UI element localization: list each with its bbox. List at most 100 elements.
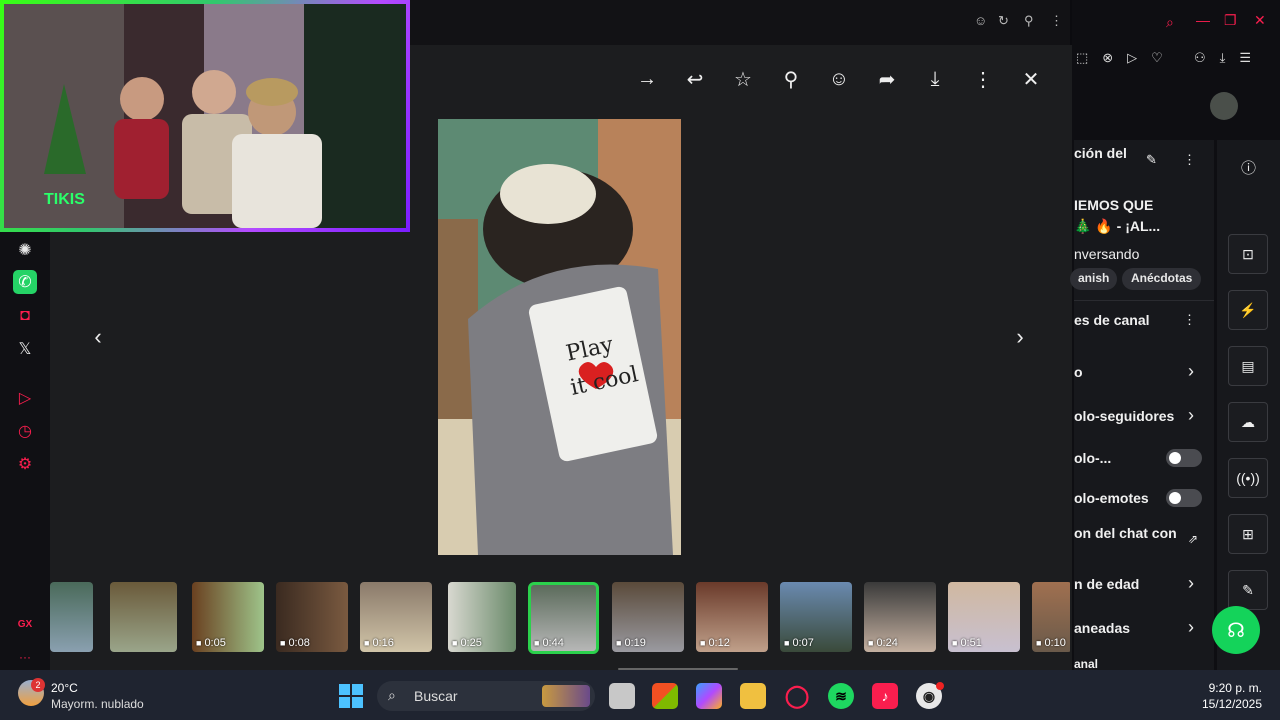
- stream-category[interactable]: nversando: [1074, 246, 1139, 262]
- browser-actions[interactable]: ⚇⤓☰: [1194, 50, 1265, 66]
- opera-gx-icon[interactable]: ◯: [784, 683, 810, 709]
- layout-icon[interactable]: ⊞: [1228, 514, 1268, 554]
- thumbnail[interactable]: 0:12: [696, 582, 768, 652]
- pin-icon[interactable]: ⚲: [1024, 13, 1034, 29]
- webcam-overlay: TIKIS: [0, 0, 410, 232]
- instagram-icon[interactable]: ◘: [13, 304, 37, 328]
- search-icon[interactable]: ⌕: [1166, 14, 1174, 31]
- thumbnail[interactable]: 0:08: [276, 582, 348, 652]
- tag-anecdotes[interactable]: Anécdotas: [1122, 268, 1202, 290]
- settings-gear-icon[interactable]: ⚙: [13, 452, 37, 476]
- edit-icon[interactable]: ✎: [1146, 152, 1157, 168]
- row-3: olo-emotes: [1074, 490, 1149, 506]
- m365-icon[interactable]: [696, 683, 722, 709]
- gx-label[interactable]: GX: [13, 612, 37, 636]
- thumbnail-strip: 0:05 0:08 0:16 0:25 0:44 0:19 0:12 0:07 …: [50, 572, 1070, 670]
- weather-temp[interactable]: 20°C: [51, 681, 78, 695]
- ms-store-icon[interactable]: [652, 683, 678, 709]
- thumbnail[interactable]: [110, 582, 177, 652]
- close-icon[interactable]: ✕: [1018, 66, 1044, 92]
- emoji-icon[interactable]: ☺: [974, 13, 987, 28]
- windows-start-icon[interactable]: [339, 684, 363, 708]
- clock-time[interactable]: 9:20 p. m.: [1200, 681, 1262, 695]
- pin-message-icon[interactable]: ⚲: [778, 66, 804, 92]
- broadcast-icon[interactable]: ((•)): [1228, 458, 1268, 498]
- toggle-switch[interactable]: [1166, 489, 1202, 507]
- minimize-button[interactable]: —: [1196, 12, 1210, 28]
- thumbnail[interactable]: 0:10: [1032, 582, 1070, 652]
- extensions-bar[interactable]: ⬚⊗▷♡: [1076, 50, 1177, 66]
- row-6[interactable]: aneadas: [1074, 620, 1130, 636]
- chat-bubble-icon[interactable]: ☁: [1228, 402, 1268, 442]
- chevron-right-icon[interactable]: ›: [1188, 573, 1194, 594]
- more-options-icon[interactable]: ⋮: [970, 66, 996, 92]
- thumbnail[interactable]: 0:51: [948, 582, 1020, 652]
- notification-dot: [936, 682, 944, 690]
- x-twitter-icon[interactable]: 𝕏: [13, 337, 37, 361]
- file-explorer-icon[interactable]: [740, 683, 766, 709]
- info-icon[interactable]: ⓘ: [1241, 157, 1256, 178]
- notes-icon[interactable]: ▤: [1228, 346, 1268, 386]
- thumbnail[interactable]: 0:25: [448, 582, 516, 652]
- section-title: es de canal: [1074, 312, 1150, 328]
- clip-icon[interactable]: ⊡: [1228, 234, 1268, 274]
- thumbnail[interactable]: 0:16: [360, 582, 432, 652]
- previous-media-button[interactable]: ‹: [85, 324, 111, 350]
- task-view-icon[interactable]: [609, 683, 635, 709]
- row-2: olo-...: [1074, 450, 1112, 466]
- chevron-right-icon[interactable]: ›: [1188, 405, 1194, 426]
- reply-icon[interactable]: ↩: [682, 66, 708, 92]
- clock-date[interactable]: 15/12/2025: [1190, 697, 1262, 711]
- whatsapp-icon[interactable]: ✆: [13, 270, 37, 294]
- panel-title: ción del: [1074, 145, 1127, 161]
- thumbnail[interactable]: 0:05: [192, 582, 264, 652]
- forward-arrow-icon[interactable]: →: [634, 66, 660, 92]
- section-menu-icon[interactable]: ⋮: [1183, 312, 1196, 328]
- next-media-button[interactable]: ›: [1007, 324, 1033, 350]
- webcam-video: TIKIS: [4, 4, 406, 228]
- windows-taskbar: [0, 670, 1280, 720]
- star-icon[interactable]: ☆: [730, 66, 756, 92]
- lightning-icon[interactable]: ⚡: [1228, 290, 1268, 330]
- react-emoji-icon[interactable]: ☺: [826, 66, 852, 92]
- thumbnail[interactable]: 0:07: [780, 582, 852, 652]
- thumbnail[interactable]: 0:19: [612, 582, 684, 652]
- wrench-icon[interactable]: ✎: [1228, 570, 1268, 610]
- history-icon[interactable]: ◷: [13, 419, 37, 443]
- thumbnail-selected[interactable]: 0:44: [528, 582, 599, 654]
- panel-menu-icon[interactable]: ⋮: [1183, 152, 1196, 168]
- tag-language[interactable]: anish: [1070, 268, 1118, 290]
- search-placeholder: Buscar: [414, 688, 458, 704]
- spotify-icon[interactable]: ≋: [828, 683, 854, 709]
- download-icon[interactable]: ⤓: [922, 66, 948, 92]
- stream-title-line2: 🎄 🔥 - ¡AL...: [1074, 218, 1161, 234]
- row-1[interactable]: olo-seguidores: [1074, 408, 1174, 424]
- search-highlight-image: [542, 685, 590, 707]
- player-icon[interactable]: ▷: [13, 386, 37, 410]
- share-icon[interactable]: ➦: [874, 66, 900, 92]
- svg-text:TIKIS: TIKIS: [44, 191, 85, 208]
- close-window-button[interactable]: ✕: [1254, 12, 1266, 29]
- weather-desc[interactable]: Mayorm. nublado: [51, 697, 144, 711]
- avatar[interactable]: [1210, 92, 1238, 120]
- weather-badge: 2: [31, 678, 45, 692]
- chatgpt-icon[interactable]: ✺: [13, 238, 37, 262]
- maximize-button[interactable]: ❐: [1224, 12, 1237, 29]
- chevron-right-icon[interactable]: ›: [1188, 361, 1194, 382]
- more-icon[interactable]: ···: [13, 645, 37, 669]
- external-link-icon[interactable]: ⇗: [1188, 532, 1198, 546]
- tiktok-icon[interactable]: ♪: [872, 683, 898, 709]
- toggle-switch[interactable]: [1166, 449, 1202, 467]
- row-7[interactable]: anal: [1074, 657, 1098, 671]
- thumbnail[interactable]: 0:24: [864, 582, 936, 652]
- browser-top-bar: ☺ ↻ ⚲ ⋮: [410, 0, 1070, 45]
- row-4[interactable]: on del chat con: [1074, 525, 1177, 541]
- reload-icon[interactable]: ↻: [998, 13, 1009, 29]
- row-0[interactable]: o: [1074, 364, 1083, 380]
- row-5[interactable]: n de edad: [1074, 576, 1139, 592]
- thumbnail[interactable]: [50, 582, 93, 652]
- stream-title-line1: IEMOS QUE: [1074, 197, 1154, 213]
- chevron-right-icon[interactable]: ›: [1188, 617, 1194, 638]
- support-headset-icon[interactable]: ☊: [1212, 606, 1260, 654]
- menu-dots-icon[interactable]: ⋮: [1050, 13, 1063, 29]
